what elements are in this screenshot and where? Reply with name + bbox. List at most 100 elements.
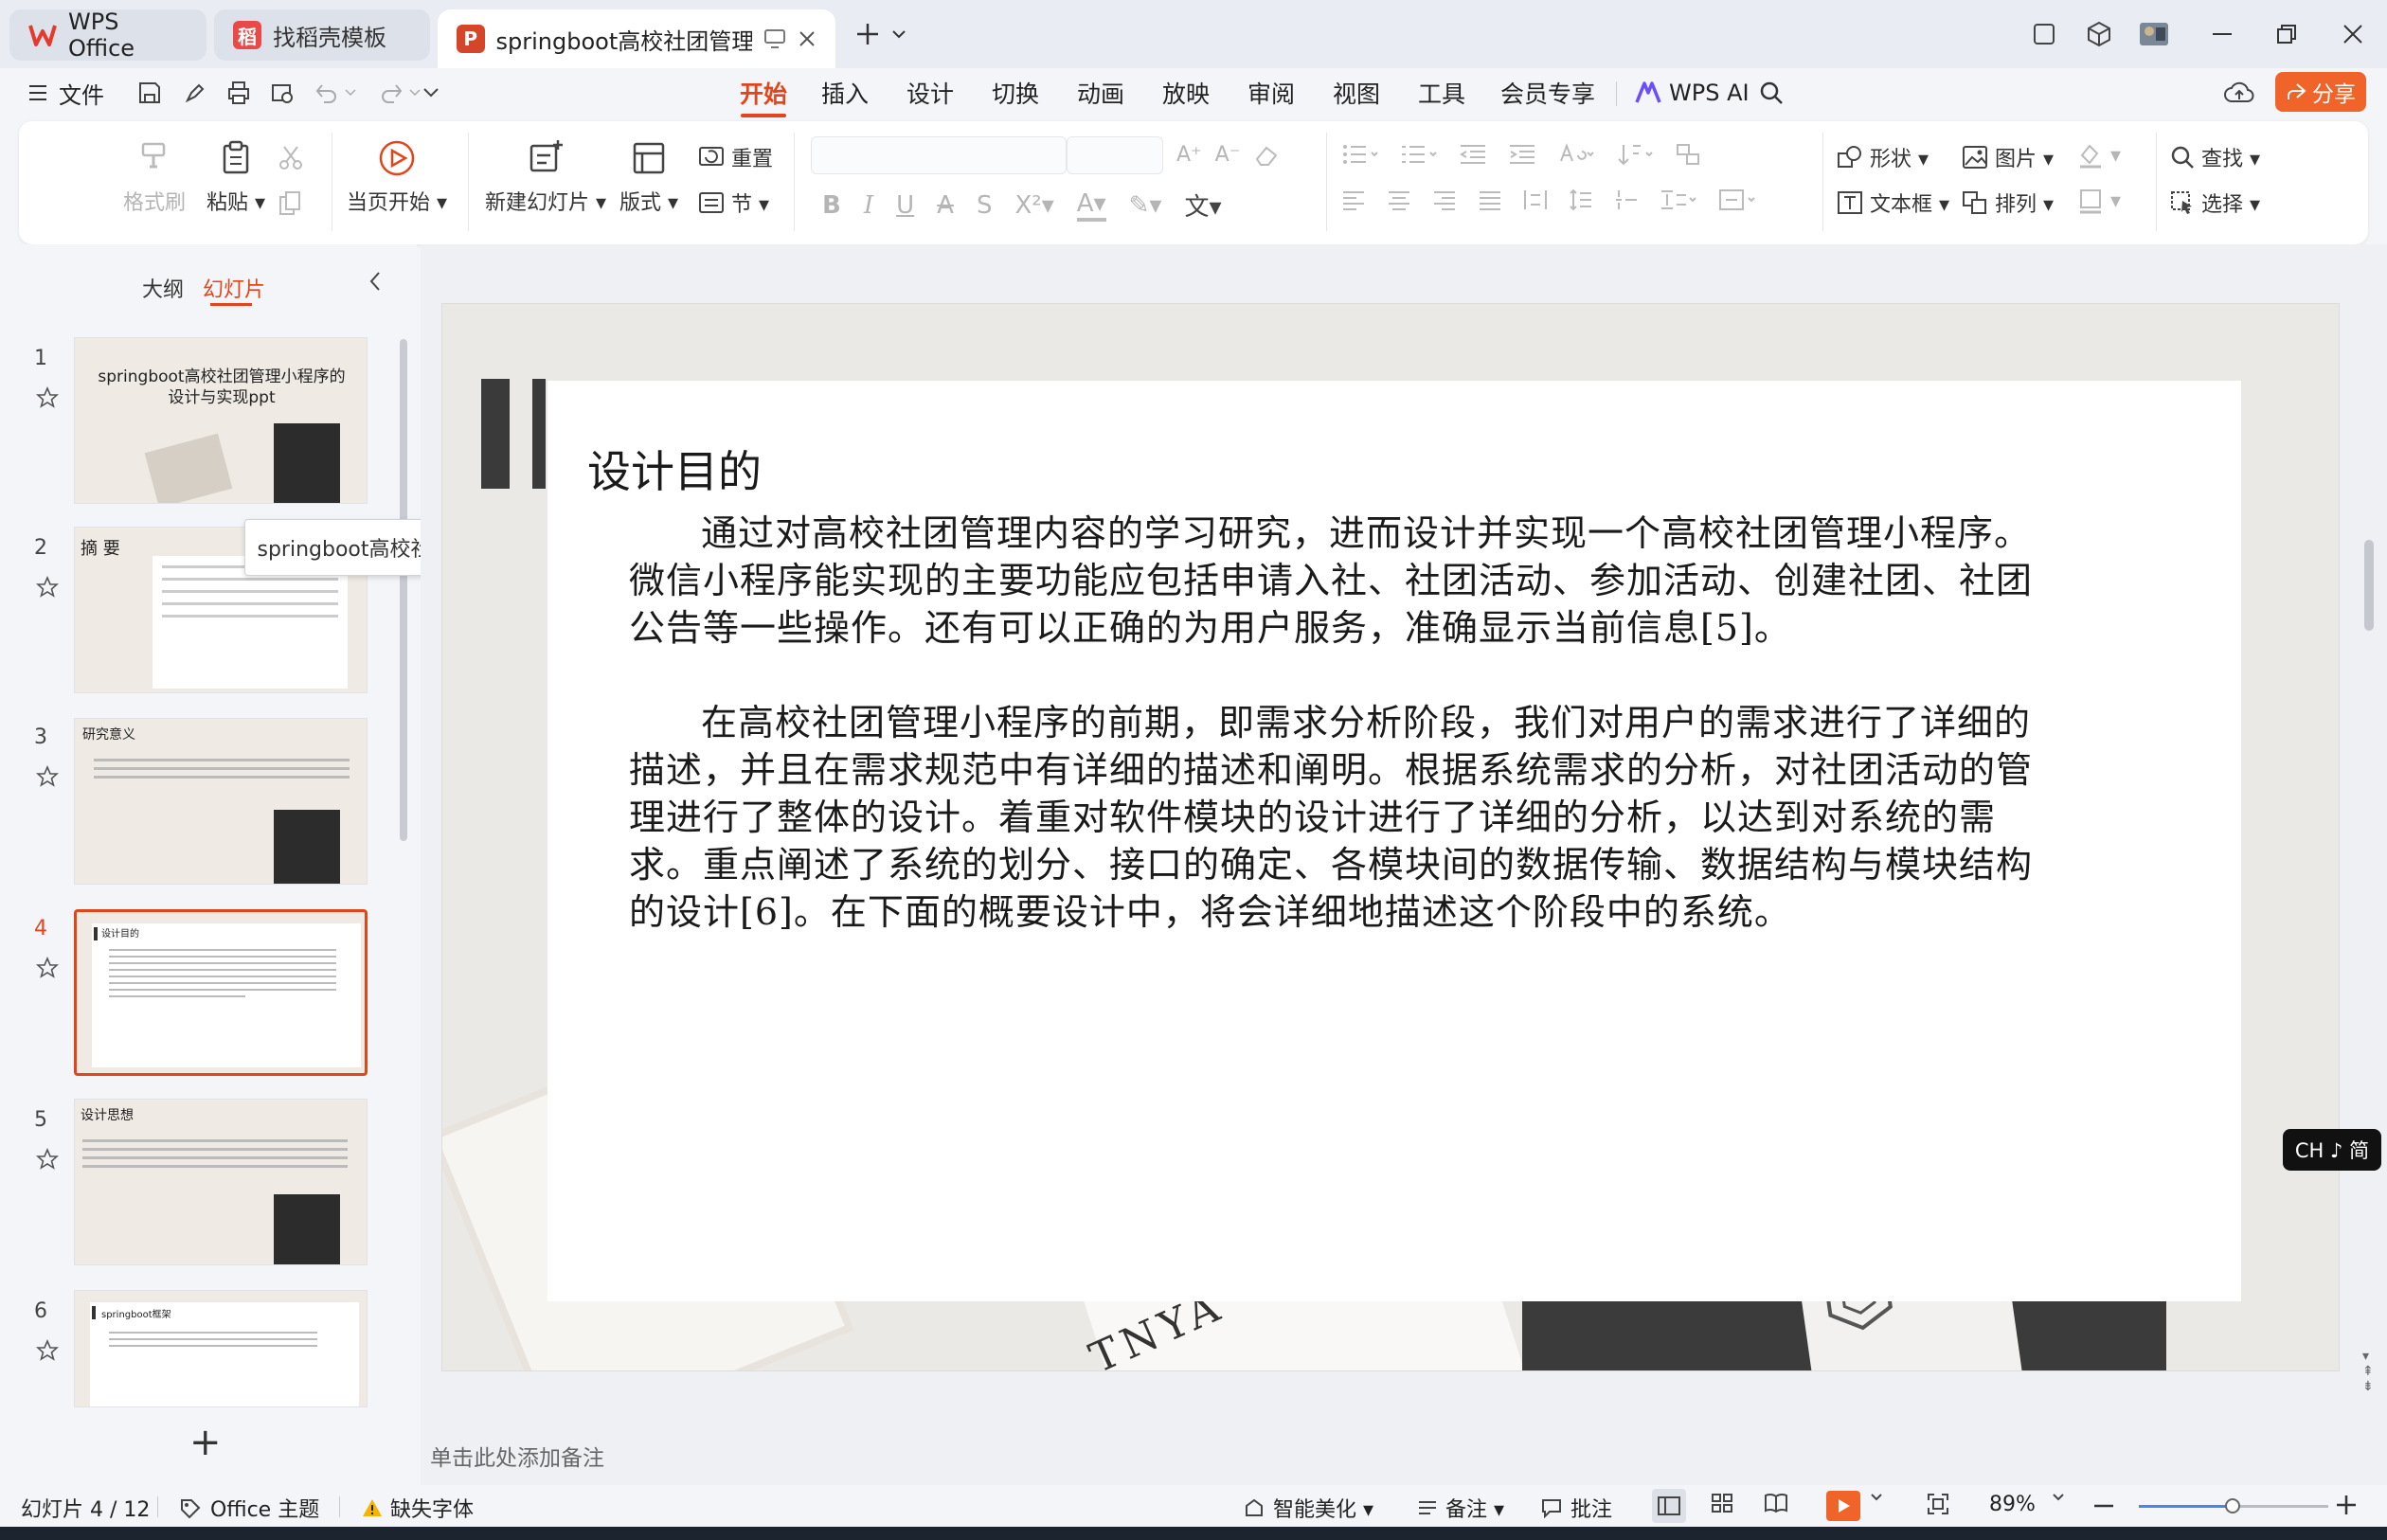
slide-sorter-button[interactable] <box>1711 1493 1733 1513</box>
cloud-upload-button[interactable] <box>2224 74 2254 112</box>
avatar[interactable] <box>2133 13 2175 55</box>
align-center-icon[interactable] <box>1387 188 1411 212</box>
align-right-icon[interactable] <box>1432 188 1457 212</box>
font-size-select[interactable] <box>1067 136 1163 174</box>
tab-transitions[interactable]: 切换 <box>987 74 1044 112</box>
monitor-icon[interactable] <box>763 28 786 49</box>
reading-view-button[interactable] <box>1764 1493 1788 1513</box>
convert-smartart-icon[interactable] <box>1675 142 1701 167</box>
slideshow-dropdown[interactable] <box>1870 1493 1883 1502</box>
tab-list-dropdown[interactable] <box>885 13 913 55</box>
align-left-icon[interactable] <box>1341 188 1366 212</box>
bullet-list-icon[interactable] <box>1341 142 1379 167</box>
outdent-icon[interactable] <box>1459 142 1487 167</box>
notes-toggle-button[interactable]: 备注 ▾ <box>1417 1493 1504 1523</box>
distribute-icon[interactable] <box>1523 188 1548 212</box>
bold-icon[interactable]: B <box>822 191 841 220</box>
tab-review[interactable]: 审阅 <box>1243 74 1300 112</box>
collapse-panel-button[interactable] <box>368 271 383 292</box>
tab-slideshow[interactable]: 放映 <box>1158 74 1214 112</box>
print-preview-button[interactable] <box>269 74 296 112</box>
textbox-button[interactable]: 文本框 ▾ <box>1836 188 1949 218</box>
eraser-icon[interactable] <box>1253 142 1282 167</box>
increase-font-icon[interactable]: A⁺ <box>1176 143 1202 167</box>
tab-wps-office[interactable]: WPS Office <box>9 9 206 62</box>
paste-button[interactable]: 粘贴 ▾ <box>206 138 265 216</box>
new-tab-button[interactable] <box>847 13 888 55</box>
section-button[interactable]: 节 ▾ <box>697 188 769 218</box>
decrease-font-icon[interactable]: A⁻ <box>1215 143 1241 167</box>
undo-button[interactable] <box>314 74 356 112</box>
star-icon[interactable] <box>36 576 59 599</box>
close-window-button[interactable] <box>2332 13 2374 55</box>
underline-icon[interactable]: U <box>896 191 914 220</box>
tab-home[interactable]: 开始 <box>735 74 792 117</box>
tab-design[interactable]: 设计 <box>902 74 959 112</box>
share-button[interactable]: 分享 <box>2275 72 2366 112</box>
wps-ai-button[interactable]: WPS AI <box>1635 74 1750 112</box>
ime-indicator[interactable]: CH ♪ 简 <box>2283 1129 2381 1171</box>
paragraph-spacing-icon[interactable] <box>1614 188 1639 212</box>
normal-view-button[interactable] <box>1652 1489 1686 1523</box>
slide-paragraph-2[interactable]: 在高校社团管理小程序的前期，即需求分析阶段，我们对用户的需求进行了详细的描述，并… <box>629 699 2040 936</box>
tab-member[interactable]: 会员专享 <box>1497 74 1599 112</box>
slide-thumbnail-6[interactable]: springboot框架 <box>74 1290 368 1407</box>
search-button[interactable] <box>1758 74 1785 112</box>
editor-scrollbar[interactable] <box>2364 540 2374 631</box>
strikethrough-icon[interactable]: A <box>937 191 954 220</box>
tab-animations[interactable]: 动画 <box>1072 74 1129 112</box>
export-button[interactable] <box>182 74 208 112</box>
slide-thumbnail-5[interactable]: 设计思想 <box>74 1099 368 1265</box>
play-from-current-button[interactable]: 当页开始 ▾ <box>347 138 447 216</box>
shadow-icon[interactable]: S <box>977 191 993 220</box>
phonetic-icon[interactable]: 文▾ <box>1184 188 1221 223</box>
slide-paragraph-1[interactable]: 通过对高校社团管理内容的学习研究，进而设计并实现一个高校社团管理小程序。微信小程… <box>629 510 2040 652</box>
panel-scrollbar[interactable] <box>400 339 407 841</box>
indent-icon[interactable] <box>1508 142 1536 167</box>
restore-button[interactable] <box>2266 13 2307 55</box>
notes-area[interactable]: 单击此处添加备注 <box>421 1430 2387 1483</box>
tab-insert[interactable]: 插入 <box>817 74 873 112</box>
tab-outline[interactable]: 大纲 <box>142 273 184 303</box>
star-icon[interactable] <box>36 957 59 979</box>
line-spacing-icon[interactable] <box>1569 188 1593 212</box>
find-button[interactable]: 查找 ▾ <box>2169 142 2260 172</box>
select-button[interactable]: 选择 ▾ <box>2169 188 2260 218</box>
missing-font-button[interactable]: 缺失字体 <box>362 1493 474 1523</box>
scroll-arrows[interactable]: ▾ ⇞ ⇟ <box>2362 1349 2374 1394</box>
smart-beautify-button[interactable]: 智能美化 ▾ <box>1243 1493 1373 1523</box>
zoom-in-button[interactable] <box>2336 1495 2357 1515</box>
slide-title[interactable]: 设计目的 <box>587 438 762 500</box>
format-painter-button[interactable]: 格式刷 <box>123 138 186 216</box>
new-slide-button[interactable]: 新建幻灯片 ▾ <box>485 138 606 216</box>
zoom-slider-thumb[interactable] <box>2225 1498 2240 1513</box>
picture-button[interactable]: 图片 ▾ <box>1961 142 2054 172</box>
add-slide-button[interactable]: + <box>189 1421 222 1464</box>
justify-icon[interactable] <box>1478 188 1502 212</box>
italic-icon[interactable]: I <box>864 191 873 220</box>
cut-button[interactable] <box>277 144 305 172</box>
save-button[interactable] <box>136 74 163 112</box>
text-direction-icon[interactable] <box>1557 142 1595 167</box>
copy-button[interactable] <box>277 189 305 218</box>
slide-thumbnail-4[interactable]: 设计目的 <box>74 909 368 1076</box>
superscript-icon[interactable]: X²▾ <box>1014 191 1053 220</box>
quick-access-dropdown[interactable] <box>422 74 440 112</box>
play-slideshow-button[interactable] <box>1826 1491 1860 1521</box>
tab-slides[interactable]: 幻灯片 <box>203 273 265 303</box>
star-icon[interactable] <box>36 765 59 788</box>
zoom-out-button[interactable] <box>2093 1504 2114 1508</box>
file-menu[interactable]: 文件 <box>28 74 104 112</box>
tab-tools[interactable]: 工具 <box>1413 74 1470 112</box>
arrange-button[interactable]: 排列 ▾ <box>1961 188 2054 218</box>
text-align-vertical-icon[interactable] <box>1718 188 1756 212</box>
fit-window-button[interactable] <box>1927 1493 1949 1515</box>
layout-button[interactable]: 版式 ▾ <box>619 138 678 216</box>
tab-view[interactable]: 视图 <box>1328 74 1385 112</box>
outline-button[interactable]: ▾ <box>2076 188 2121 214</box>
star-icon[interactable] <box>36 386 59 409</box>
slide-thumbnail-3[interactable]: 研究意义 <box>74 718 368 885</box>
highlight-icon[interactable]: ✎▾ <box>1129 191 1162 220</box>
font-color-icon[interactable]: A▾ <box>1076 189 1106 222</box>
close-tab-icon[interactable] <box>798 29 817 48</box>
